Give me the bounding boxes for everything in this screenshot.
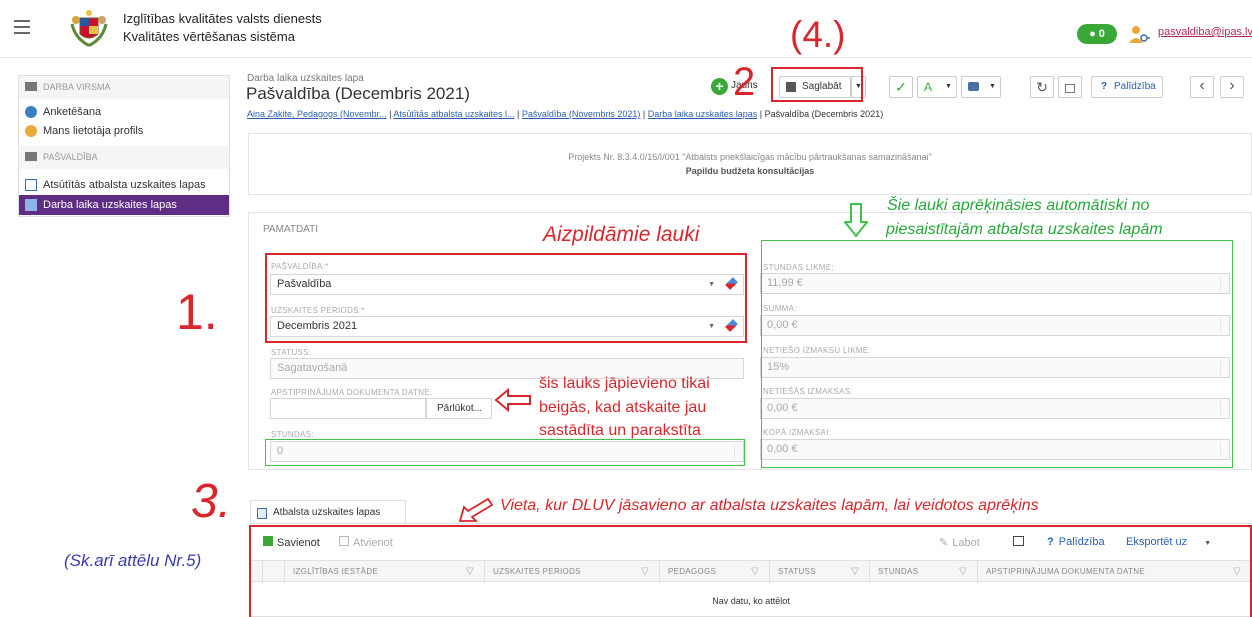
tab-support-sheets[interactable]: Atbalsta uzskaites lapas bbox=[250, 500, 406, 524]
status-label: STATUSS: bbox=[271, 348, 312, 357]
hours-label: STUNDAS: bbox=[271, 430, 314, 439]
plus-circle-icon: + bbox=[711, 78, 728, 95]
folder-icon bbox=[25, 152, 37, 161]
document-icon bbox=[257, 508, 267, 519]
breadcrumb-current: Pašvaldība (Decembris 2021) bbox=[764, 109, 884, 119]
user-key-icon bbox=[1129, 26, 1150, 43]
hours-highlight-box bbox=[265, 439, 745, 466]
sidebar-item-profile[interactable]: Mans lietotāja profils bbox=[19, 121, 229, 141]
sidebar-item-surveys[interactable]: Anketēšana bbox=[19, 102, 229, 122]
checkmark-icon: ✓ bbox=[895, 79, 907, 95]
step-4-label: (4.) bbox=[790, 14, 846, 55]
user-settings-icon bbox=[25, 125, 37, 137]
project-name: Projekts Nr. 8.3.4.0/16/I/001 "Atbalsts … bbox=[568, 152, 932, 162]
breadcrumb: Aina Zakite, Pedagogs (Novembr... | Atsū… bbox=[247, 109, 884, 119]
refresh-button[interactable]: ↻ bbox=[1030, 76, 1054, 98]
notification-count: 0 bbox=[1098, 28, 1105, 40]
signature-icon: A bbox=[924, 80, 933, 94]
breadcrumb-link[interactable]: Atsūtītās atbalsta uzskaites l... bbox=[393, 109, 514, 119]
next-button[interactable]: › bbox=[1220, 76, 1244, 98]
globe-icon bbox=[25, 106, 37, 118]
help-button[interactable]: ? Palīdzība bbox=[1091, 76, 1163, 98]
breadcrumb-link[interactable]: Aina Zakite, Pedagogs (Novembr... bbox=[247, 109, 387, 119]
previous-button[interactable]: ‹ bbox=[1190, 76, 1214, 98]
page-title: Pašvaldība (Decembris 2021) bbox=[246, 84, 470, 103]
sign-button[interactable]: A ▼ bbox=[917, 76, 957, 98]
chevron-right-icon: › bbox=[1229, 77, 1235, 94]
print-button[interactable]: ▼ bbox=[961, 76, 1001, 98]
sidebar-section-municipality: PAŠVALDĪBA bbox=[19, 146, 229, 169]
project-subtitle: Papildu budžeta konsultācijas bbox=[685, 166, 815, 176]
refresh-icon: ↻ bbox=[1036, 79, 1048, 95]
unlock-button[interactable] bbox=[1058, 76, 1082, 98]
system-name: Kvalitātes vērtēšanas sistēma bbox=[123, 29, 295, 44]
document-note-line2: beigās, kad atskaite jau bbox=[539, 399, 707, 416]
arrow-left-icon bbox=[494, 388, 531, 412]
question-icon: ? bbox=[1101, 81, 1108, 92]
notifications-badge[interactable]: ● 0 bbox=[1077, 24, 1117, 44]
approve-button[interactable]: ✓ bbox=[889, 76, 913, 98]
document-icon bbox=[25, 179, 37, 191]
folder-icon bbox=[25, 82, 37, 91]
grid-highlight-box bbox=[249, 525, 1252, 617]
org-name: Izglītības kvalitātes valsts dienests bbox=[123, 11, 322, 26]
fillable-fields-annotation: Aizpildāmie lauki bbox=[543, 223, 700, 246]
arrow-down-icon bbox=[844, 203, 868, 238]
step-3-label: 3. bbox=[191, 475, 232, 528]
sidebar-item-support-sheets[interactable]: Atsūtītās atbalsta uzskaites lapas bbox=[19, 175, 229, 195]
breadcrumb-link[interactable]: Darba laika uzskaites lapas bbox=[648, 109, 758, 119]
step-1-label: 1. bbox=[176, 284, 218, 340]
document-note-line1: šis lauks jāpievieno tikai bbox=[539, 375, 710, 392]
required-fields-box bbox=[265, 253, 747, 343]
arrow-down-left-icon bbox=[458, 497, 494, 522]
sidebar-section-workspace: DARBA VIRSMA bbox=[19, 76, 229, 99]
printer-icon bbox=[968, 82, 979, 91]
auto-fields-annotation-line1: Šie lauki aprēķināsies automātiski no bbox=[887, 197, 1150, 214]
coat-of-arms-logo bbox=[70, 10, 108, 47]
page-subtitle: Darba laika uzskaites lapa bbox=[247, 73, 364, 84]
top-bar: Izglītības kvalitātes valsts dienests Kv… bbox=[0, 0, 1252, 58]
caret-down-icon: ▼ bbox=[945, 83, 952, 90]
chevron-left-icon: ‹ bbox=[1199, 77, 1205, 94]
auto-fields-box bbox=[761, 240, 1233, 468]
document-icon bbox=[25, 199, 37, 211]
sidebar: DARBA VIRSMA Anketēšana Mans lietotāja p… bbox=[18, 75, 230, 217]
document-note-line3: sastādīta un parakstīta bbox=[539, 422, 701, 439]
auto-fields-annotation-line2: piesaistītajām atbalsta uzskaites lapām bbox=[886, 221, 1163, 238]
sidebar-item-timesheets[interactable]: Darba laika uzskaites lapas bbox=[19, 195, 229, 215]
caret-down-icon: ▼ bbox=[989, 83, 996, 90]
document-file-field[interactable] bbox=[270, 398, 426, 419]
breadcrumb-link[interactable]: Pašvaldība (Novembris 2021) bbox=[522, 109, 641, 119]
document-label: APSTIPRINĀJUMA DOKUMENTA DATNE: bbox=[271, 388, 433, 397]
unlock-icon bbox=[1065, 84, 1075, 93]
project-info: Projekts Nr. 8.3.4.0/16/I/001 "Atbalsts … bbox=[248, 133, 1252, 195]
menu-icon[interactable] bbox=[14, 20, 30, 34]
section-title: PAMATDATI bbox=[263, 224, 318, 235]
save-highlight-box bbox=[771, 67, 863, 102]
user-account-link[interactable]: pasvaldiba@ipas.lv bbox=[1158, 26, 1252, 38]
step-2-label: 2 bbox=[733, 60, 756, 104]
see-also-note: (Sk.arī attēlu Nr.5) bbox=[64, 551, 202, 570]
browse-button[interactable]: Pārlūkot... bbox=[426, 398, 492, 419]
link-annotation: Vieta, kur DLUV jāsavieno ar atbalsta uz… bbox=[500, 497, 1039, 514]
bell-icon: ● bbox=[1089, 28, 1096, 40]
